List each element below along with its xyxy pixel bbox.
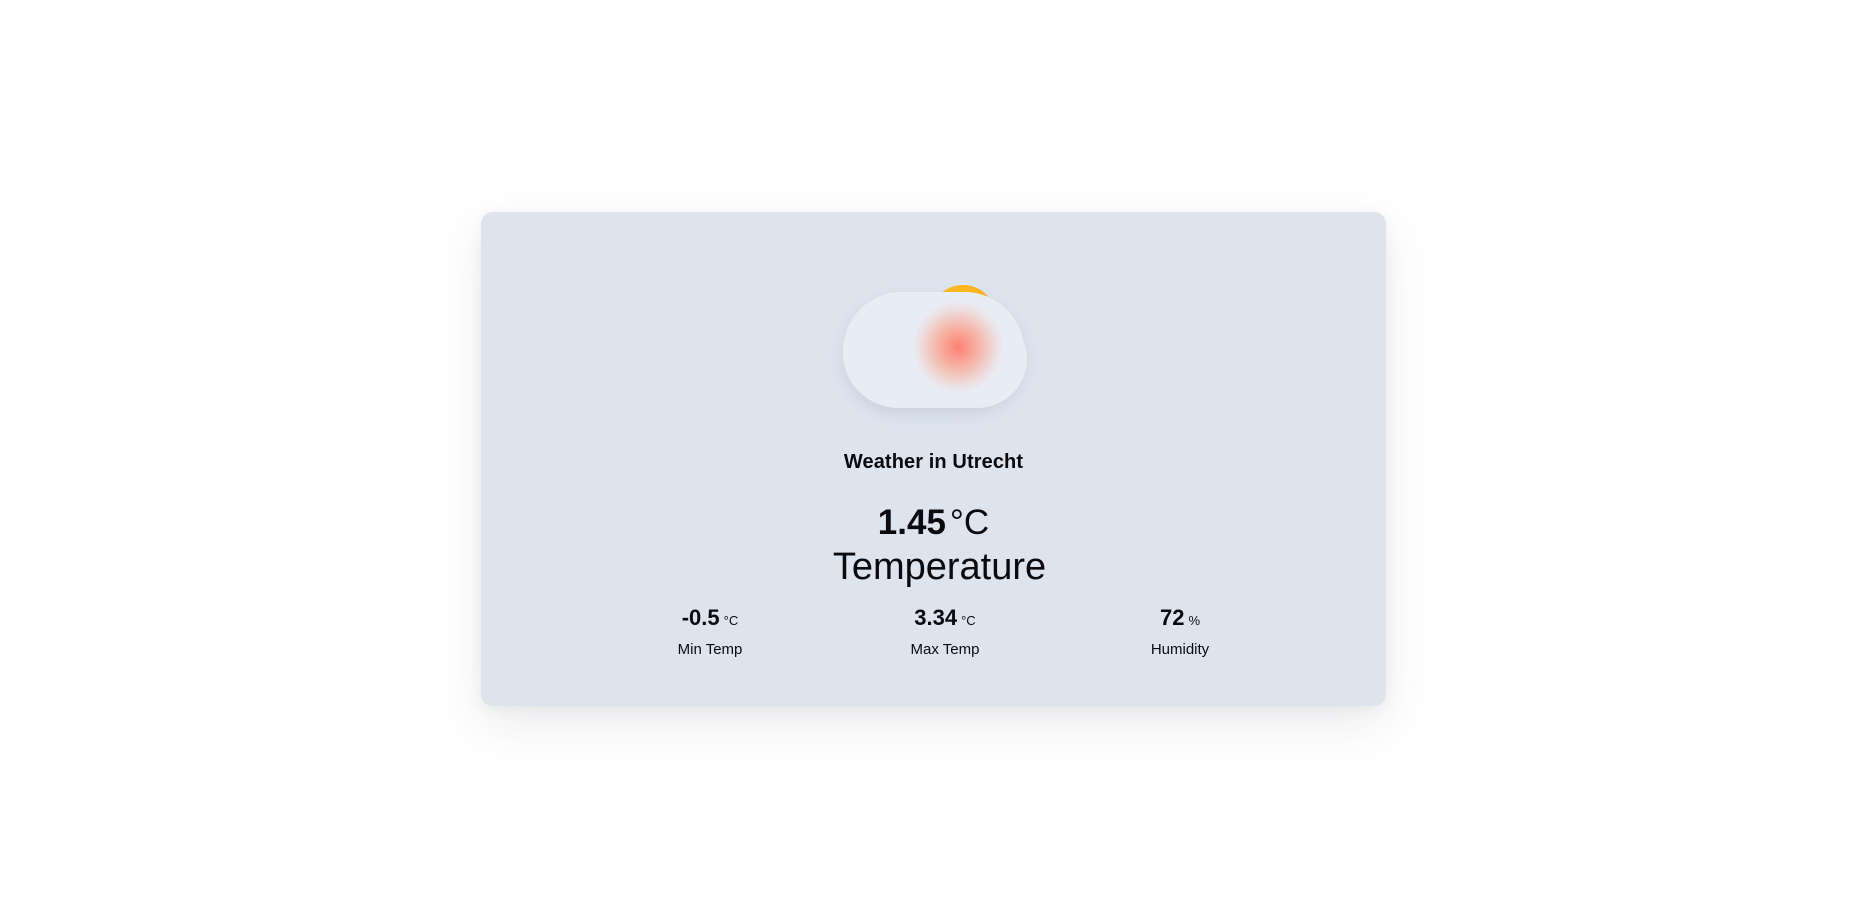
weather-card: Weather in Utrecht 1.45 °C Temperature -0… [481, 212, 1386, 706]
current-temperature: 1.45 °C [481, 501, 1386, 545]
humidity-label: Humidity [1150, 641, 1210, 658]
temperature-unit: °C [949, 503, 990, 542]
stat-min-temp: -0.5 °C Min Temp [630, 604, 790, 659]
max-temp-unit: °C [961, 613, 976, 628]
stat-humidity: 72% Humidity [1100, 604, 1260, 659]
partly-cloudy-icon [842, 272, 1032, 408]
sun-glow [914, 302, 1002, 392]
stat-max-temp: 3.34 °C Max Temp [865, 604, 1025, 659]
weather-title: Weather in Utrecht [843, 451, 1024, 473]
page: Weather in Utrecht 1.45 °C Temperature -0… [0, 0, 1866, 919]
min-temp-unit: °C [723, 613, 739, 628]
stat-value-row: 72% [1100, 604, 1260, 635]
temperature-label: Temperature [832, 546, 1047, 588]
temperature-value: 1.45 [877, 503, 946, 542]
humidity-value: 72 [1159, 605, 1185, 630]
min-temp-label: Min Temp [677, 641, 743, 658]
stat-value-row: 3.34 °C [865, 604, 1025, 635]
humidity-unit: % [1188, 613, 1201, 628]
max-temp-label: Max Temp [910, 641, 980, 658]
min-temp-value: -0.5 [681, 605, 720, 630]
max-temp-value: 3.34 [914, 605, 958, 630]
stat-value-row: -0.5 °C [630, 604, 790, 635]
